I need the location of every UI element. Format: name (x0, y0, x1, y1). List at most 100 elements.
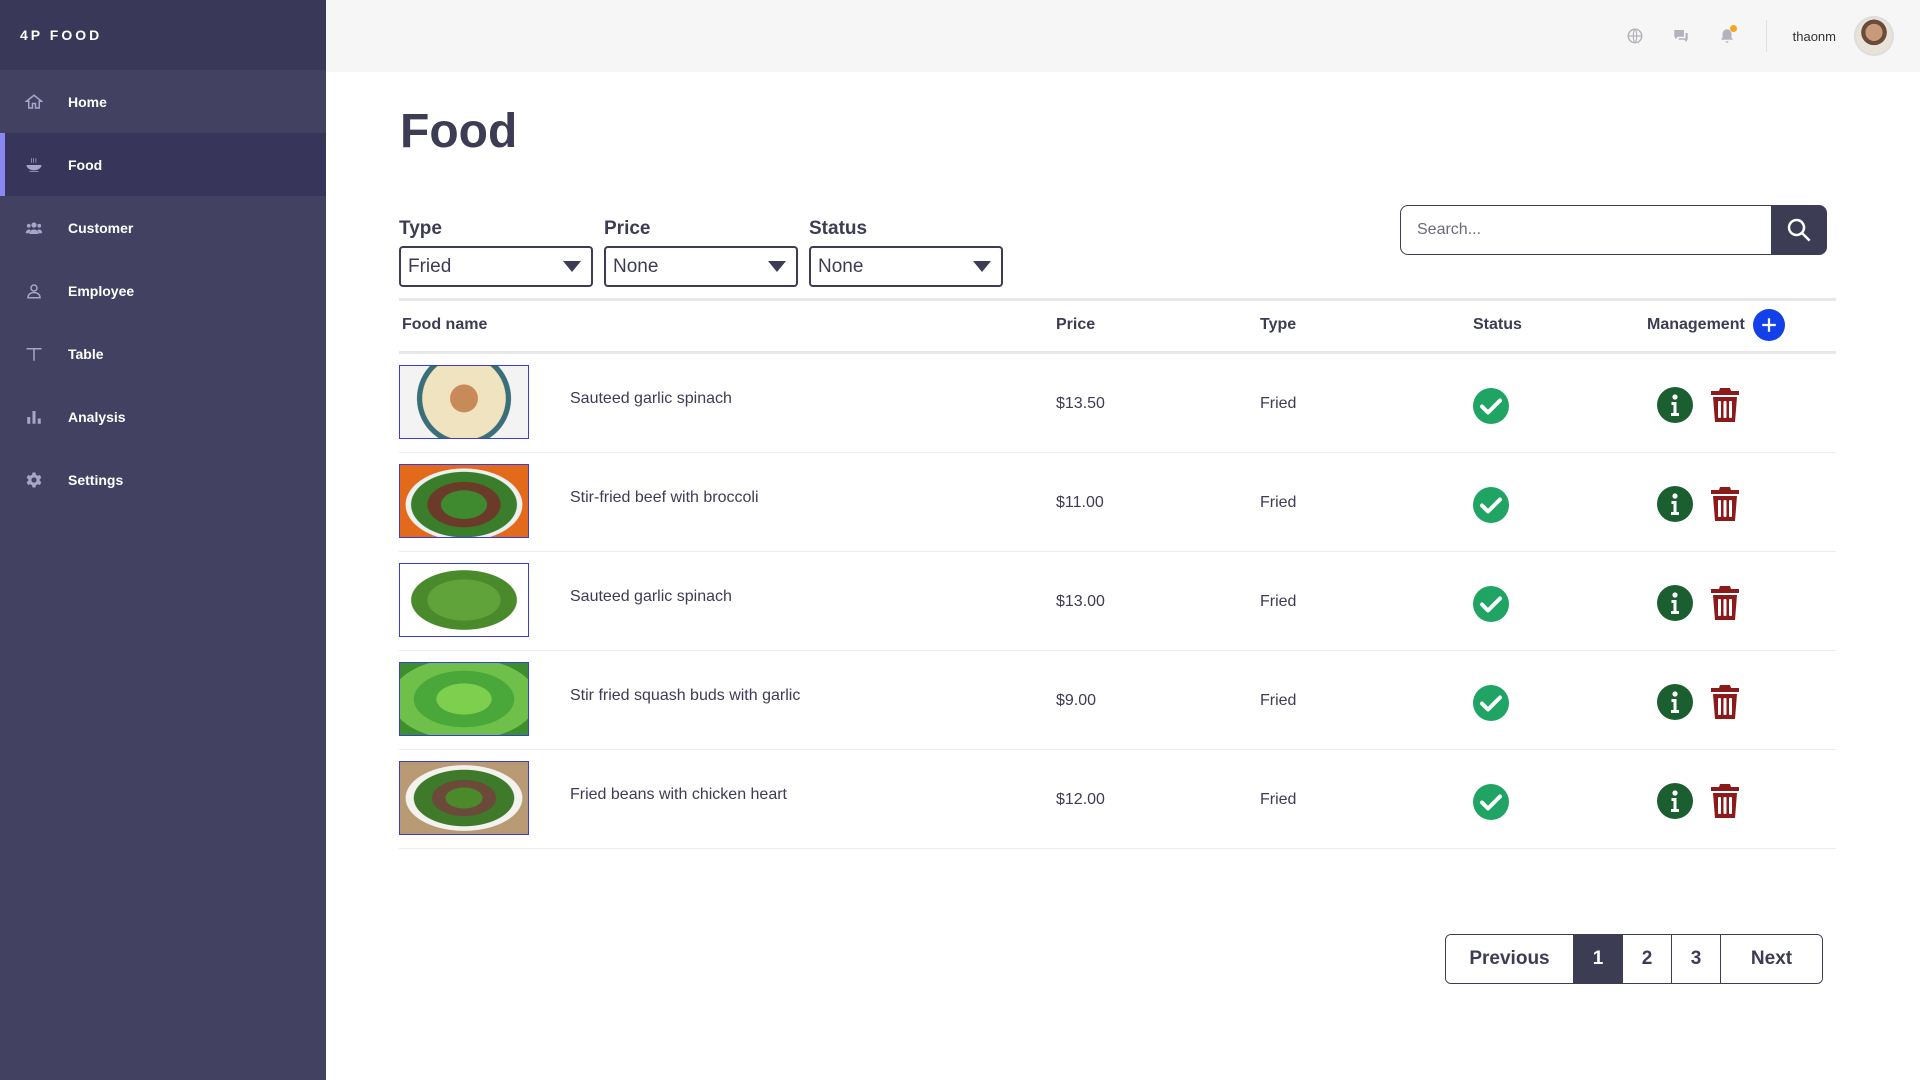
page-title: Food (400, 105, 518, 158)
sidebar-item-label: Employee (68, 282, 135, 299)
food-thumbnail (399, 563, 529, 637)
food-price: $11.00 (1056, 494, 1104, 511)
notification-dot (1729, 25, 1737, 32)
search-button[interactable] (1771, 205, 1827, 255)
status-select-value: None (818, 255, 864, 277)
trash-icon[interactable] (1710, 783, 1740, 819)
search-icon (1787, 218, 1811, 242)
sidebar-item-label: Table (68, 345, 104, 362)
bar-chart-icon (22, 405, 46, 429)
food-name: Sauteed garlic spinach (570, 588, 732, 605)
caret-down-icon (768, 261, 786, 272)
check-circle-icon (1473, 784, 1509, 820)
sidebar-item-employee[interactable]: Employee (0, 259, 326, 322)
page-button-2[interactable]: 2 (1623, 935, 1672, 983)
avatar[interactable] (1854, 16, 1894, 56)
food-thumbnail (399, 365, 529, 439)
food-name: Stir fried squash buds with garlic (570, 687, 801, 704)
trash-icon[interactable] (1710, 486, 1740, 522)
table-row: Sauteed garlic spinach $13.50 Fried (399, 354, 1836, 453)
bowl-icon (22, 153, 46, 177)
chat-icon[interactable] (1670, 25, 1692, 47)
sidebar: 4P FOOD Home Food Customer Employee Tabl… (0, 0, 326, 1080)
food-price: $13.50 (1056, 395, 1105, 412)
food-price: $13.00 (1056, 593, 1105, 610)
food-type: Fried (1260, 494, 1297, 511)
trash-icon[interactable] (1710, 684, 1740, 720)
topbar-divider (1765, 20, 1767, 52)
info-icon[interactable] (1657, 387, 1693, 423)
page-button-1[interactable]: 1 (1574, 935, 1623, 983)
food-name: Sauteed garlic spinach (570, 390, 732, 407)
add-food-button[interactable] (1753, 309, 1785, 341)
food-name: Fried beans with chicken heart (570, 786, 787, 803)
check-circle-icon (1473, 487, 1509, 523)
check-circle-icon (1473, 586, 1509, 622)
pagination: Previous 1 2 3 Next (1445, 934, 1823, 984)
header-price: Price (1056, 316, 1096, 333)
sidebar-item-label: Customer (68, 219, 134, 236)
sidebar-item-settings[interactable]: Settings (0, 448, 326, 511)
food-thumbnail (399, 464, 529, 538)
next-page-button[interactable]: Next (1721, 935, 1822, 983)
sidebar-item-analysis[interactable]: Analysis (0, 385, 326, 448)
brand-logo: 4P FOOD (0, 0, 326, 70)
header-status: Status (1473, 316, 1522, 333)
users-icon (22, 216, 46, 240)
status-select[interactable]: None (809, 246, 1003, 287)
home-icon (22, 90, 46, 114)
food-type: Fried (1260, 395, 1297, 412)
header-food-name: Food name (402, 316, 488, 333)
food-table: Food name Price Type Status Management S… (399, 298, 1836, 849)
sidebar-item-customer[interactable]: Customer (0, 196, 326, 259)
sidebar-item-food[interactable]: Food (0, 133, 326, 196)
price-filter: Price None (604, 218, 798, 287)
caret-down-icon (563, 261, 581, 272)
search-bar (1400, 205, 1827, 255)
info-icon[interactable] (1657, 486, 1693, 522)
info-icon[interactable] (1657, 585, 1693, 621)
sidebar-item-table[interactable]: Table (0, 322, 326, 385)
food-type: Fried (1260, 791, 1297, 808)
sidebar-item-label: Food (68, 156, 103, 173)
previous-page-button[interactable]: Previous (1446, 935, 1574, 983)
food-name: Stir-fried beef with broccoli (570, 489, 759, 506)
sidebar-item-home[interactable]: Home (0, 70, 326, 133)
info-icon[interactable] (1657, 684, 1693, 720)
food-thumbnail (399, 761, 529, 835)
info-icon[interactable] (1657, 783, 1693, 819)
food-type: Fried (1260, 692, 1297, 709)
search-input[interactable] (1400, 205, 1771, 255)
topbar: thaonm (326, 0, 1920, 72)
user-icon (22, 279, 46, 303)
trash-icon[interactable] (1710, 585, 1740, 621)
food-price: $12.00 (1056, 791, 1105, 808)
price-select[interactable]: None (604, 246, 798, 287)
header-type: Type (1260, 316, 1297, 333)
table-row: Stir-fried beef with broccoli $11.00 Fri… (399, 453, 1836, 552)
status-filter: Status None (809, 218, 1003, 287)
table-row: Sauteed garlic spinach $13.00 Fried (399, 552, 1836, 651)
table-header: Food name Price Type Status Management (399, 298, 1836, 354)
type-select[interactable]: Fried (399, 246, 593, 287)
check-circle-icon (1473, 685, 1509, 721)
gear-icon (22, 468, 46, 492)
bell-icon[interactable] (1716, 25, 1738, 47)
header-management: Management (1647, 316, 1745, 333)
sidebar-item-label: Analysis (68, 408, 126, 425)
table-row: Fried beans with chicken heart $12.00 Fr… (399, 750, 1836, 849)
status-filter-label: Status (809, 218, 868, 239)
check-circle-icon (1473, 388, 1509, 424)
globe-icon[interactable] (1624, 25, 1646, 47)
type-select-value: Fried (408, 255, 452, 277)
table-row: Stir fried squash buds with garlic $9.00… (399, 651, 1836, 750)
price-select-value: None (613, 255, 659, 277)
type-filter: Type Fried (399, 218, 593, 287)
sidebar-item-label: Home (68, 93, 107, 110)
food-price: $9.00 (1056, 692, 1097, 709)
page-button-3[interactable]: 3 (1672, 935, 1721, 983)
trash-icon[interactable] (1710, 387, 1740, 423)
username[interactable]: thaonm (1793, 29, 1836, 44)
plus-icon (1762, 318, 1776, 332)
food-type: Fried (1260, 593, 1297, 610)
